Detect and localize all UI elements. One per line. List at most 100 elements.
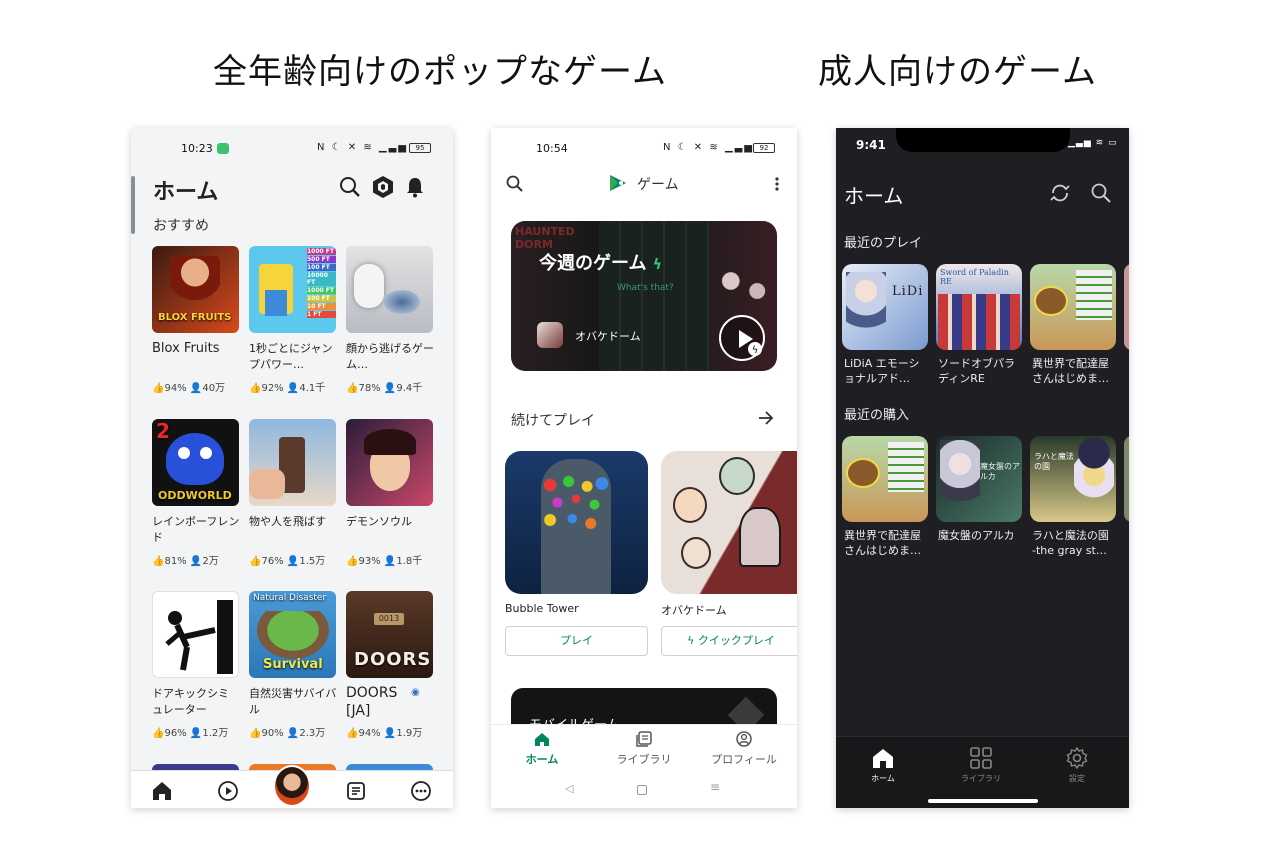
game-title[interactable]: デモンソウル [346,514,438,530]
game-title[interactable]: 1秒ごとにジャンプパワー… [249,341,341,373]
robux-icon[interactable] [371,175,395,199]
game-card-bubble-tower[interactable] [505,451,648,594]
work-logo-text: LiDi [892,284,924,299]
work-thumbnail[interactable] [1030,264,1116,350]
work-title[interactable]: ソードオブパラディンRE [938,356,1022,386]
nav-profile[interactable]: プロフィール [705,731,783,767]
game-title[interactable]: レインボーフレンド [152,514,242,546]
game-logo-text: BLOX FRUITS [158,312,232,323]
character-face-2 [719,457,755,495]
home-square-icon[interactable] [637,785,647,795]
monster-eye-right [200,447,212,459]
overflow-menu-icon[interactable] [774,175,780,193]
game-title[interactable]: Blox Fruits [152,341,244,357]
tab-library[interactable]: ライブラリ [956,747,1006,784]
game-logo-text: ODDWORLD [158,489,232,502]
game-title[interactable]: 顔から逃げるゲーム… [346,341,438,373]
game-thumbnail-throw-things[interactable] [249,419,336,506]
roblox-screen: 10:23 N ☾ ✕ ≋ ▁▃▅ 95 ホーム おすすめ BLOX FRUIT… [131,128,453,808]
quick-play-button[interactable]: ϟ クイックプレイ [661,626,797,656]
nav-library[interactable]: ライブラリ [611,731,677,767]
search-icon[interactable] [339,176,361,198]
library-icon [636,731,652,747]
recent-buy-title: 最近の購入 [844,408,910,423]
game-thumbnail-rainbow-friends[interactable]: 2 ODDWORLD [152,419,239,506]
game-ui-panel [888,442,924,492]
search-icon[interactable] [506,175,524,197]
system-nav: ◁ ≡ [491,774,797,808]
play-button[interactable]: プレイ [505,626,648,656]
game-stats: 👍93% 👤1.8千 [346,556,423,567]
more-icon[interactable] [410,780,432,806]
search-icon[interactable] [1090,182,1112,208]
nav-home[interactable]: ホーム [511,731,573,767]
thumbs-up-icon: 👍 [249,556,262,567]
featured-card[interactable]: HAUNTED DORM 今週のゲーム ϟ What's that? オバケドー… [511,221,777,371]
players-icon: 👤 [189,383,203,394]
game-stats: 👍94% 👤40万 [152,383,226,394]
door-plate: 0013 [374,613,404,625]
game-thumbnail-face-escape[interactable] [346,246,433,333]
work-thumbnail[interactable]: 魔女盤のアルカ [936,436,1022,522]
game-logo-text-bottom: Survival [263,657,323,672]
eye-icon: ◉ [411,687,420,698]
players-icon: 👤 [286,556,300,567]
game-title[interactable]: 自然災害サバイバル [249,686,337,718]
refresh-icon[interactable] [1049,182,1071,208]
work-title[interactable]: 魔女盤のアルカ [938,528,1022,543]
anime-hair [364,429,416,455]
game-thumbnail-jump-power[interactable]: 1000 FT 500 FT 100 FT 10000 FT 1000 FT 1… [249,246,336,333]
home-icon[interactable] [151,780,173,806]
game-thumbnail-blox-fruits[interactable]: BLOX FRUITS [152,246,239,333]
game-card-title: オバケドーム [661,604,727,617]
players-icon: 👤 [383,383,397,394]
work-title[interactable]: 異世界で配達屋さんはじめま… [844,528,928,558]
featured-game-icon [537,322,563,348]
featured-bg-text: HAUNTED DORM [515,225,575,251]
work-thumbnail[interactable]: ラハと魔法の園 [1030,436,1116,522]
scroll-indicator[interactable] [131,176,135,234]
work-title[interactable]: LiDiA エモーショナルアド… [844,356,928,386]
game-title[interactable]: ドアキックシミュレーター [152,686,238,718]
game-thumbnail-natural-disaster[interactable]: Natural Disaster Survival [249,591,336,678]
game-card-obake-dome[interactable] [661,451,797,594]
heading-all-ages: 全年齢向けのポップなゲーム [213,52,667,92]
game-stats: 👍94% 👤1.9万 [346,728,423,739]
play-games-logo-icon [607,173,629,197]
players-icon: 👤 [189,556,203,567]
work-thumbnail[interactable]: LiDi [842,264,928,350]
game-logo-text: DOORS [354,649,432,670]
tab-settings[interactable]: 設定 [1052,746,1102,784]
work-title[interactable]: ラハと魔法の園 -the gray st… [1032,528,1116,558]
work-thumbnail[interactable]: Sword of Paladin RE [936,264,1022,350]
character-group [938,294,1020,350]
recent-play-title: 最近のプレイ [844,236,923,251]
page-title: ホーム [844,184,904,208]
gear-icon [1066,746,1088,770]
tab-home[interactable]: ホーム [858,747,908,784]
game-ui-panel [1076,270,1112,320]
featured-play-button[interactable]: ϟ [719,315,765,361]
arrow-right-icon[interactable] [757,410,775,430]
notification-badge [217,143,229,154]
character-face-3 [681,537,711,569]
notification-bell-icon[interactable] [405,176,425,198]
promo-card[interactable]: モバイルゲーム [511,688,777,728]
work-thumbnail-partial[interactable] [1124,436,1129,522]
game-title[interactable]: 物や人を飛ばす [249,514,341,530]
back-icon[interactable]: ◁ [565,782,573,795]
play-icon[interactable] [217,780,239,806]
recents-icon[interactable]: ≡ [710,780,720,794]
work-title[interactable]: 異世界で配達屋さんはじめま… [1032,356,1116,386]
featured-title: 今週のゲーム ϟ [539,253,662,274]
game-title[interactable]: DOORS [JA] [346,684,406,720]
game-thumbnail-door-kick[interactable] [152,591,239,678]
feed-icon[interactable] [345,780,367,806]
featured-bg-corridor [599,221,709,371]
game-thumbnail-demon-soul[interactable] [346,419,433,506]
work-thumbnail-partial[interactable] [1124,264,1129,350]
avatar-icon[interactable] [273,765,311,807]
work-thumbnail[interactable] [842,436,928,522]
game-stats: 👍81% 👤2万 [152,556,219,567]
game-thumbnail-doors[interactable]: 0013 DOORS [346,591,433,678]
